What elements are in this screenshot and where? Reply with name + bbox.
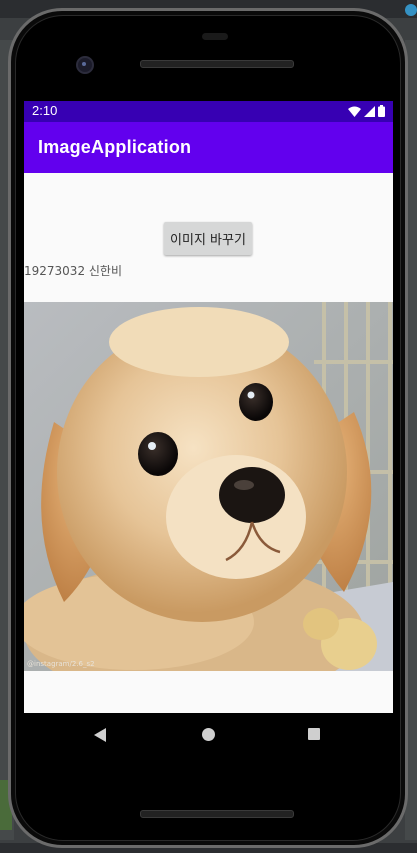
- recents-icon[interactable]: [308, 728, 320, 740]
- change-image-button[interactable]: 이미지 바꾸기: [164, 222, 252, 255]
- puppy-image: [24, 302, 393, 671]
- status-bar: 2:10: [24, 101, 393, 122]
- signal-icon: [364, 105, 375, 117]
- device-screen: 2:10 ImageApplication 이미지 바꾸기 19273032 신…: [24, 101, 393, 713]
- battery-icon: [378, 105, 385, 117]
- navigation-bar: [24, 713, 393, 757]
- ide-plugin-icon: [405, 4, 417, 16]
- front-camera-icon: [76, 56, 94, 74]
- status-icons: [348, 105, 385, 117]
- status-time: 2:10: [32, 103, 58, 118]
- wifi-icon: [348, 106, 361, 117]
- earpiece-speaker: [140, 60, 294, 68]
- app-bar: ImageApplication: [24, 122, 393, 173]
- app-title: ImageApplication: [38, 137, 192, 157]
- bottom-speaker: [140, 810, 294, 818]
- back-icon[interactable]: [94, 728, 106, 742]
- student-label: 19273032 신한비: [24, 264, 123, 278]
- home-icon[interactable]: [202, 728, 215, 741]
- image-watermark: @instagram/2.6_s2: [27, 660, 95, 668]
- proximity-sensor: [202, 33, 228, 40]
